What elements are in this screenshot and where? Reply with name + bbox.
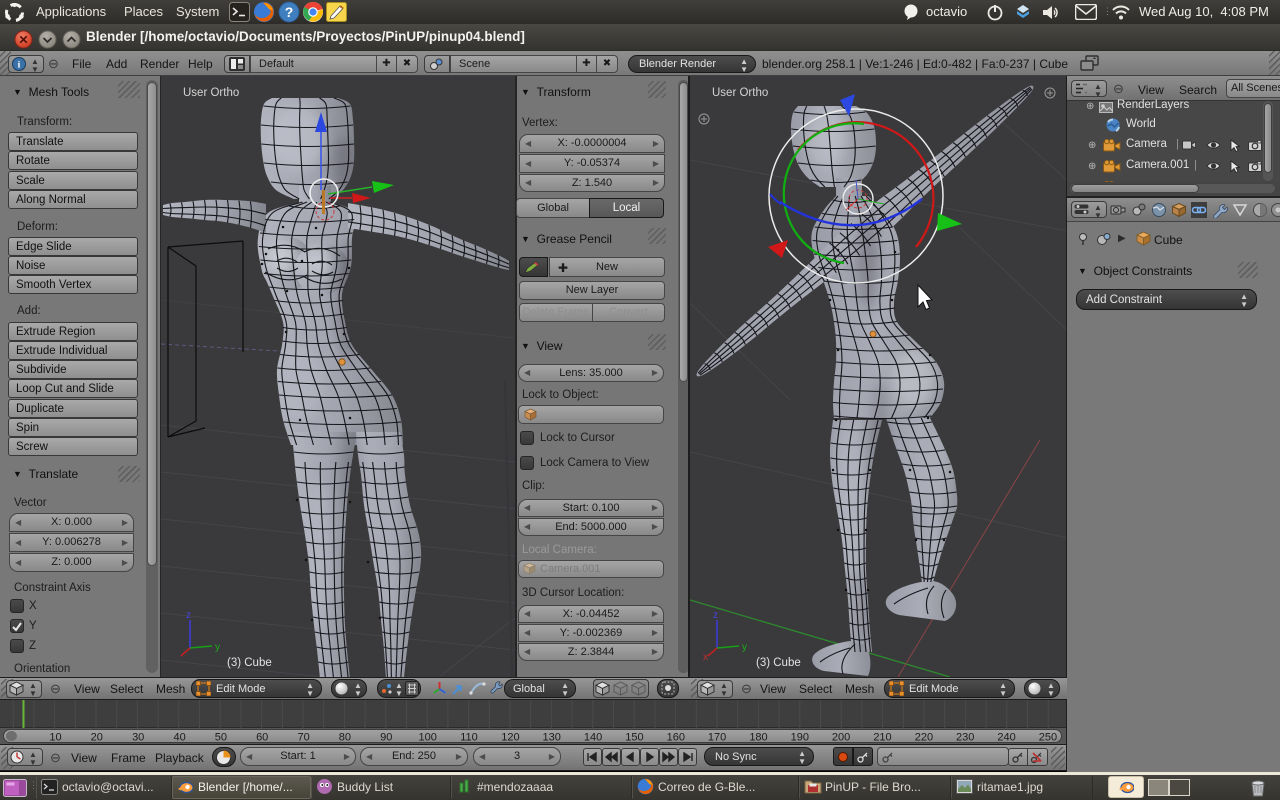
svg-text:30: 30	[132, 732, 144, 744]
svg-text:240: 240	[997, 732, 1015, 744]
svg-text:(3) Cube: (3) Cube	[756, 657, 801, 669]
svg-text:110: 110	[460, 732, 478, 744]
svg-text:z: z	[713, 610, 718, 621]
svg-text:160: 160	[667, 732, 685, 744]
svg-text:230: 230	[956, 732, 974, 744]
svg-text:80: 80	[339, 732, 351, 744]
svg-text:z: z	[186, 610, 191, 621]
svg-text:10: 10	[49, 732, 61, 744]
svg-text:220: 220	[915, 732, 933, 744]
svg-text:60: 60	[256, 732, 268, 744]
svg-text:(3) Cube: (3) Cube	[227, 657, 272, 669]
svg-text:i: i	[18, 61, 21, 71]
svg-text:210: 210	[873, 732, 891, 744]
svg-text:100: 100	[419, 732, 437, 744]
svg-text:250: 250	[1039, 732, 1057, 744]
svg-text:170: 170	[708, 732, 726, 744]
svg-text:50: 50	[215, 732, 227, 744]
svg-text:150: 150	[625, 732, 643, 744]
svg-text:x: x	[703, 652, 708, 663]
svg-text:120: 120	[501, 732, 519, 744]
svg-text:190: 190	[791, 732, 809, 744]
svg-text:180: 180	[749, 732, 767, 744]
svg-text:200: 200	[832, 732, 850, 744]
svg-text:?: ?	[285, 4, 294, 20]
svg-text:y: y	[215, 642, 220, 653]
svg-text:User Ortho: User Ortho	[712, 87, 768, 99]
svg-text:70: 70	[297, 732, 309, 744]
svg-text:y: y	[742, 642, 747, 653]
svg-text:90: 90	[380, 732, 392, 744]
svg-text:140: 140	[584, 732, 602, 744]
svg-text:130: 130	[543, 732, 561, 744]
svg-text:User Ortho: User Ortho	[183, 87, 239, 99]
svg-text:40: 40	[173, 732, 185, 744]
svg-text:20: 20	[91, 732, 103, 744]
